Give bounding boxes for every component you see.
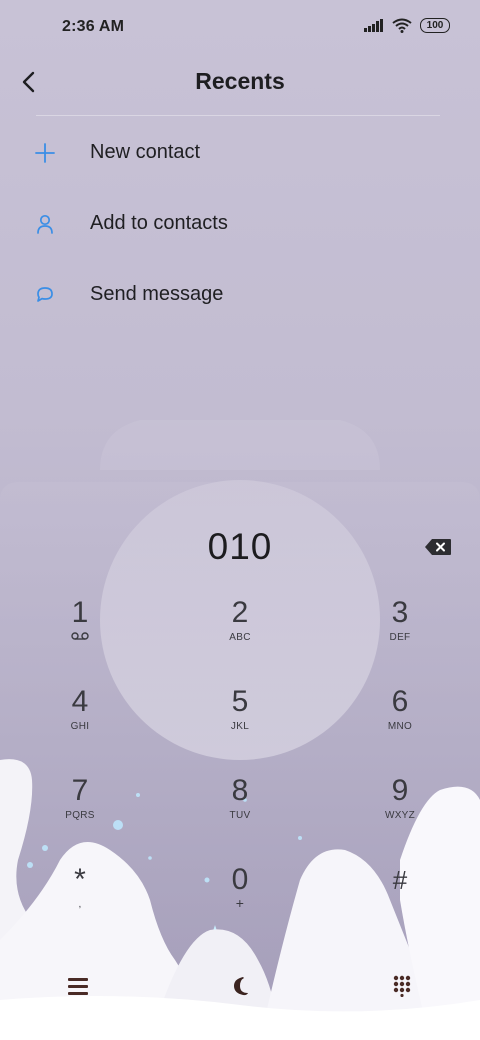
key-digit: 9 [391,774,409,807]
new-contact-action[interactable]: New contact [0,117,480,188]
key-letters: ABC [229,632,251,643]
wifi-icon [392,18,412,33]
action-label: New contact [90,141,201,163]
header-divider [36,115,440,116]
status-time: 2:36 AM [62,18,125,35]
action-list: New contact Add to contacts Send message [0,117,480,330]
key-digit: 5 [231,685,249,718]
key-7[interactable]: 7 PQRS [20,768,140,848]
message-bubble-icon [32,282,58,308]
key-letters: GHI [70,721,90,732]
key-1[interactable]: 1 [20,590,140,670]
key-digit: # [392,865,408,895]
key-star[interactable]: * , [20,857,140,937]
add-to-contacts-action[interactable]: Add to contacts [0,188,480,259]
key-digit: 4 [71,685,89,718]
key-6[interactable]: 6 MNO [340,679,460,759]
key-letters: + [235,895,245,911]
person-icon [32,211,58,237]
battery-icon: 100 [420,18,450,33]
key-letters: JKL [230,721,250,732]
header: Recents [0,56,480,112]
key-hash[interactable]: # [340,857,460,937]
key-5[interactable]: 5 JKL [180,679,300,759]
signal-icon [364,19,383,32]
key-8[interactable]: 8 TUV [180,768,300,848]
backspace-icon [425,539,451,555]
key-0[interactable]: 0 + [180,857,300,937]
status-bar: 2:36 AM 100 [0,0,480,56]
key-digit: 1 [71,596,89,629]
key-2[interactable]: 2 ABC [180,590,300,670]
action-label: Add to contacts [90,212,228,234]
page-title: Recents [195,68,285,94]
key-9[interactable]: 9 WXYZ [340,768,460,848]
dialpad-toggle-button[interactable] [378,966,426,1006]
plus-icon [32,140,58,166]
menu-button[interactable] [54,966,102,1006]
status-icons: 100 [364,18,450,33]
key-digit: * [74,863,86,896]
moon-icon [234,977,248,996]
action-label: Send message [90,283,224,305]
bottom-bar [0,960,480,1016]
key-letters: DEF [389,632,411,643]
call-button[interactable] [216,966,264,1006]
dialed-number: 010 [207,526,273,567]
key-sub [20,632,140,640]
key-3[interactable]: 3 DEF [340,590,460,670]
send-message-action[interactable]: Send message [0,259,480,330]
key-letters: MNO [387,721,413,732]
key-digit: 3 [391,596,409,629]
key-digit: 2 [231,596,249,629]
key-letters: WXYZ [384,810,416,821]
voicemail-icon [71,632,89,640]
key-letters: TUV [229,810,251,821]
key-letters: PQRS [65,810,95,821]
dialpad-icon [393,975,411,997]
key-digit: 6 [391,685,409,718]
menu-icon [68,977,88,995]
dial-display: 010 [0,520,480,576]
key-4[interactable]: 4 GHI [20,679,140,759]
key-digit: 7 [71,774,89,807]
backspace-button[interactable] [420,532,456,562]
key-letters: , [78,899,82,910]
key-digit: 8 [231,774,249,807]
key-digit: 0 [231,863,249,896]
